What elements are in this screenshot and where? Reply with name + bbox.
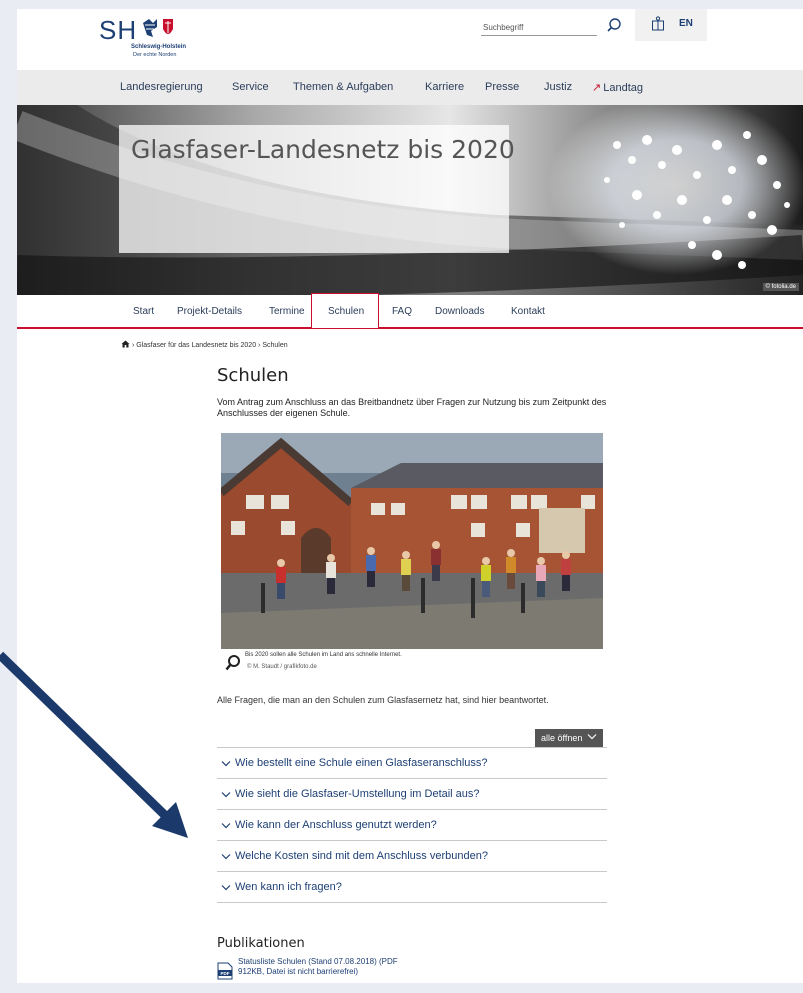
logo-sh-text: SH — [99, 15, 138, 45]
zoom-icon[interactable] — [225, 654, 241, 672]
home-icon[interactable] — [121, 340, 130, 348]
chevron-down-icon — [221, 760, 231, 766]
faq-item[interactable]: Wen kann ich fragen? — [217, 872, 607, 903]
hero-banner: Glasfaser-Landesnetz bis 2020 © fotolia.… — [17, 105, 803, 295]
language-switch[interactable]: EN — [679, 18, 693, 29]
photo-caption: Bis 2020 sollen alle Schulen im Land ans… — [225, 652, 605, 678]
tab-projekt-details[interactable]: Projekt-Details — [177, 306, 242, 317]
chevron-down-icon — [221, 853, 231, 859]
publication-link[interactable]: Statusliste Schulen (Stand 07.08.2018) (… — [238, 957, 408, 976]
intro-text: Vom Antrag zum Anschluss an das Breitban… — [217, 397, 607, 418]
faq-question: Wen kann ich fragen? — [235, 881, 342, 893]
tab-termine[interactable]: Termine — [269, 306, 305, 317]
caption-text: Bis 2020 sollen alle Schulen im Land ans… — [245, 652, 402, 658]
toolbox: EN — [635, 9, 707, 41]
page-frame: SH Schleswig-Holstein Der echte Norden S… — [17, 9, 803, 983]
faq-question: Wie kann der Anschluss genutzt werden? — [235, 819, 437, 831]
tab-schulen[interactable]: Schulen — [328, 306, 364, 317]
faq-accordion: Wie bestellt eine Schule einen Glasfaser… — [217, 747, 607, 903]
faq-item[interactable]: Welche Kosten sind mit dem Anschluss ver… — [217, 841, 607, 872]
hero-title-box: Glasfaser-Landesnetz bis 2020 — [119, 125, 515, 253]
nav-item-karriere[interactable]: Karriere — [425, 81, 464, 93]
crest-icon — [143, 19, 173, 37]
faq-question: Wie sieht die Glasfaser-Umstellung im De… — [235, 788, 480, 800]
nav-item-service[interactable]: Service — [232, 81, 269, 93]
top-bar: SH Schleswig-Holstein Der echte Norden S… — [17, 9, 803, 69]
school-photo[interactable] — [221, 433, 603, 649]
faq-item[interactable]: Wie kann der Anschluss genutzt werden? — [217, 810, 607, 841]
nav-item-themen[interactable]: Themen & Aufgaben — [293, 81, 393, 93]
main-nav: Landesregierung Service Themen & Aufgabe… — [17, 70, 803, 105]
caption-copyright: © M. Staudt / grafikfoto.de — [247, 664, 317, 670]
logo-name: Schleswig-Holstein — [131, 44, 187, 50]
tab-start[interactable]: Start — [133, 306, 154, 317]
tab-kontakt[interactable]: Kontakt — [511, 306, 545, 317]
pdf-badge-label: PDF — [221, 971, 230, 976]
expand-all-label: alle öffnen — [541, 733, 583, 743]
nav-item-landtag[interactable]: ↗ Landtag — [592, 81, 643, 94]
nav-item-landesregierung[interactable]: Landesregierung — [120, 81, 203, 93]
publication-item[interactable]: PDF Statusliste Schulen (Stand 07.08.201… — [217, 957, 517, 993]
external-link-icon: ↗ — [592, 82, 602, 94]
faq-item[interactable]: Wie bestellt eine Schule einen Glasfaser… — [217, 748, 607, 779]
hero-credit: © fotolia.de — [762, 283, 799, 291]
search-icon[interactable] — [603, 15, 625, 37]
nav-item-presse[interactable]: Presse — [485, 81, 519, 93]
search-box — [481, 13, 627, 41]
faq-question: Welche Kosten sind mit dem Anschluss ver… — [235, 850, 488, 862]
sh-logo[interactable]: SH Schleswig-Holstein Der echte Norden — [97, 11, 227, 63]
tab-downloads[interactable]: Downloads — [435, 306, 484, 317]
faq-item[interactable]: Wie sieht die Glasfaser-Umstellung im De… — [217, 779, 607, 810]
expand-all-button[interactable]: alle öffnen — [535, 729, 603, 747]
publications-heading: Publikationen — [217, 936, 305, 951]
breadcrumb-item-schulen: Schulen — [262, 342, 288, 349]
logo-tagline: Der echte Norden — [133, 52, 177, 58]
chevron-down-icon — [221, 884, 231, 890]
answer-text: Alle Fragen, die man an den Schulen zum … — [217, 695, 549, 705]
chevron-down-icon — [221, 822, 231, 828]
nav-item-justiz[interactable]: Justiz — [544, 81, 572, 93]
page-title: Schulen — [217, 365, 289, 386]
hero-title: Glasfaser-Landesnetz bis 2020 — [131, 135, 515, 164]
chevron-down-icon — [221, 791, 231, 797]
sub-nav: Start Projekt-Details Termine Schulen FA… — [17, 293, 803, 329]
nav-item-landtag-label: Landtag — [603, 82, 643, 94]
search-input[interactable] — [481, 19, 597, 36]
faq-question: Wie bestellt eine Schule einen Glasfaser… — [235, 757, 488, 769]
tab-faq[interactable]: FAQ — [392, 306, 412, 317]
breadcrumb: › Glasfaser für das Landesnetz bis 2020 … — [121, 340, 288, 349]
breadcrumb-item-glasfaser[interactable]: Glasfaser für das Landesnetz bis 2020 — [136, 342, 256, 349]
pdf-file-icon: PDF — [217, 962, 233, 980]
accessibility-icon[interactable] — [651, 16, 665, 32]
chevron-down-icon — [587, 734, 597, 740]
